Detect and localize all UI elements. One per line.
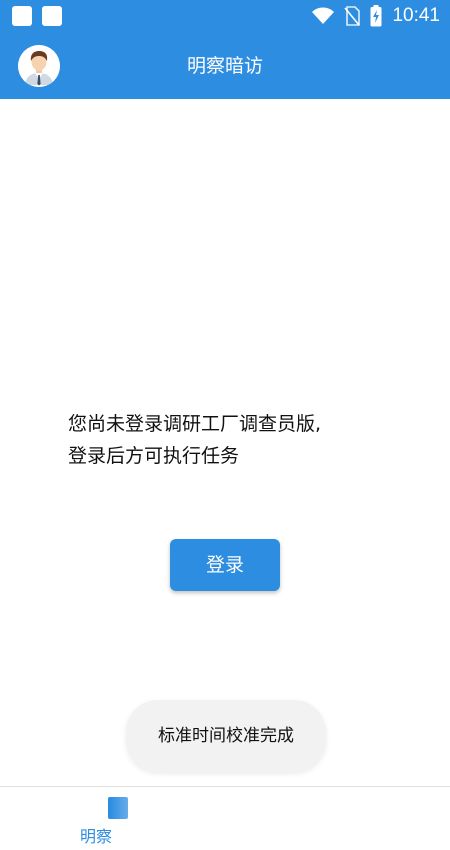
app-bar: 明察暗访 — [0, 33, 450, 99]
toast-message: 标准时间校准完成 — [126, 700, 326, 772]
user-avatar-icon[interactable] — [18, 45, 60, 87]
notification-square-icon — [12, 6, 32, 26]
wifi-icon — [312, 7, 335, 24]
status-bar: 10:41 — [0, 0, 450, 33]
system-icons: 10:41 — [312, 4, 440, 28]
notification-icons — [12, 6, 62, 26]
nav-fade-overlay — [110, 787, 450, 850]
bottom-navigation: 明察 — [0, 786, 450, 850]
notification-square-icon — [42, 6, 62, 26]
message-line-2: 登录后方可执行任务 — [68, 445, 240, 467]
page-title: 明察暗访 — [186, 55, 263, 77]
nav-tab-label: 明察 — [80, 827, 113, 846]
message-line-1: 您尚未登录调研工厂调查员版, — [68, 413, 322, 435]
battery-charging-icon — [370, 5, 382, 27]
app-screen: 10:41 明察暗访 您尚未登录调研工厂调查员版, 登录后方可执行任务 登录 明… — [0, 0, 450, 850]
login-button[interactable]: 登录 — [170, 539, 280, 591]
no-sim-icon — [344, 6, 361, 26]
status-time: 10:41 — [392, 5, 440, 26]
login-required-message: 您尚未登录调研工厂调查员版, 登录后方可执行任务 — [68, 408, 398, 472]
